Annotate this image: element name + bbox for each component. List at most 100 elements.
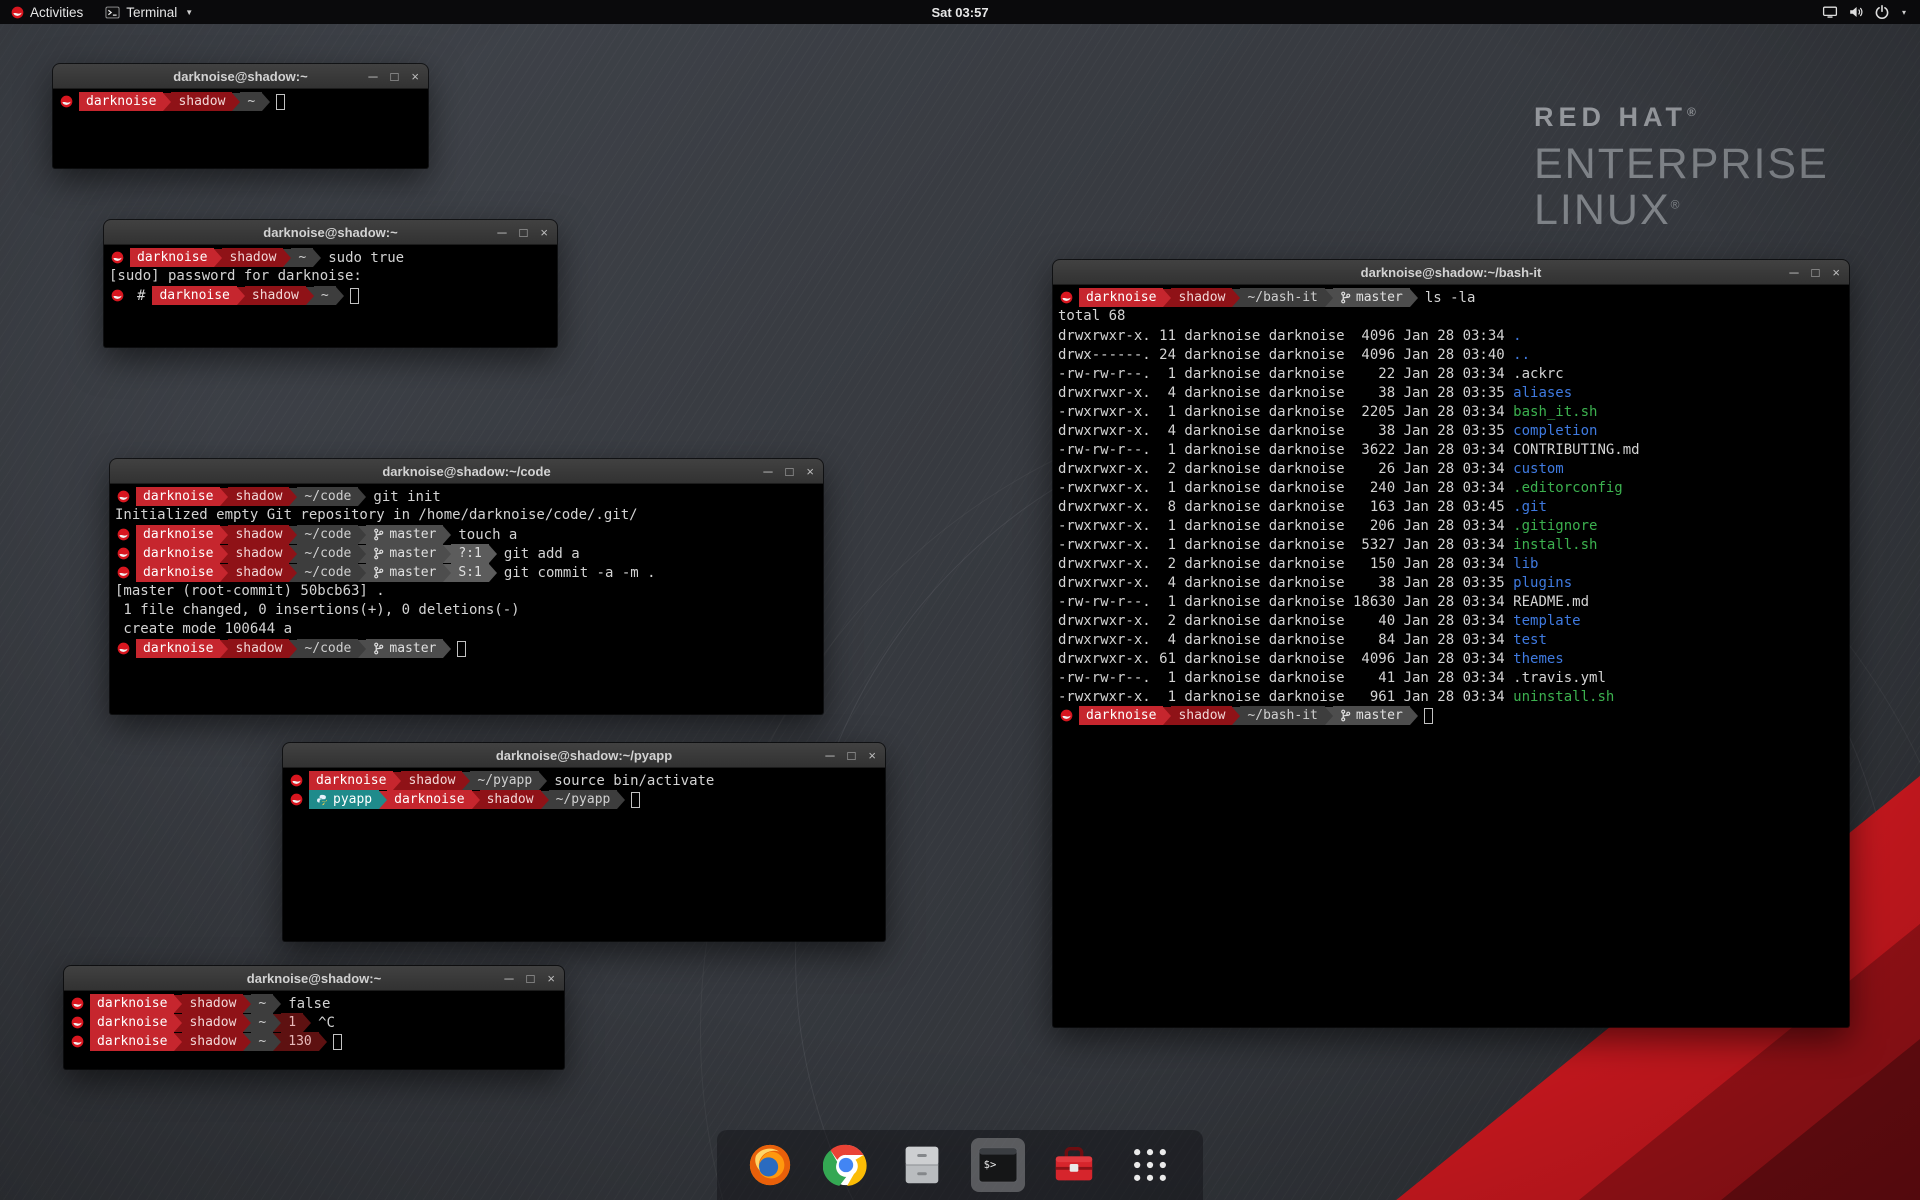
- close-button[interactable]: ×: [547, 972, 555, 985]
- powerline-separator: [358, 545, 366, 563]
- prompt-segment-user: darknoise: [309, 771, 393, 790]
- clock[interactable]: Sat 03:57: [931, 5, 988, 20]
- file-list-row: drwxrwxr-x. 11 darknoise darknoise 4096 …: [1058, 326, 1844, 345]
- file-name: CONTRIBUTING.md: [1513, 442, 1639, 458]
- powerline-separator: [1410, 289, 1418, 307]
- window-titlebar[interactable]: darknoise@shadow:~/code ─ □ ×: [110, 459, 823, 484]
- activities-button[interactable]: Activities: [0, 0, 94, 24]
- chevron-down-icon: ▼: [185, 8, 193, 17]
- app-grid-icon: [1128, 1143, 1172, 1187]
- chevron-down-icon: ▾: [1902, 8, 1906, 17]
- file-name: aliases: [1513, 385, 1572, 401]
- maximize-button[interactable]: □: [1812, 266, 1820, 279]
- terminal-window-home-1: darknoise@shadow:~─□×darknoiseshadow~: [53, 64, 428, 168]
- file-attributes: drwxrwxr-x. 11 darknoise darknoise 4096 …: [1058, 328, 1513, 344]
- rhel-watermark-line3: LINUX®: [1534, 187, 1829, 233]
- dock-app-grid[interactable]: [1123, 1138, 1177, 1192]
- minimize-button[interactable]: ─: [763, 465, 772, 478]
- terminal-content[interactable]: darknoiseshadow~/pyappsource bin/activat…: [283, 768, 885, 812]
- terminal-content[interactable]: darknoiseshadow~/codegit initInitialized…: [110, 484, 823, 661]
- dock-toolbox[interactable]: [1047, 1138, 1101, 1192]
- minimize-button[interactable]: ─: [825, 749, 834, 762]
- dock-files[interactable]: [895, 1138, 949, 1192]
- terminal-prompt-line: darknoiseshadow~/codemaster?:1git add a: [115, 544, 818, 563]
- file-attributes: -rw-rw-r--. 1 darknoise darknoise 22 Jan…: [1058, 366, 1513, 382]
- dock-chrome[interactable]: [819, 1138, 873, 1192]
- file-name: themes: [1513, 651, 1564, 667]
- window-controls: ─ □ ×: [1789, 260, 1840, 284]
- terminal-window-code: darknoise@shadow:~/code─□×darknoiseshado…: [110, 459, 823, 714]
- powerline-separator: [443, 526, 451, 544]
- powerline-separator: [443, 640, 451, 658]
- file-attributes: drwx------. 24 darknoise darknoise 4096 …: [1058, 347, 1513, 363]
- app-menu[interactable]: Terminal ▼: [94, 0, 204, 24]
- minimize-button[interactable]: ─: [1789, 266, 1798, 279]
- file-list-row: drwxrwxr-x. 4 darknoise darknoise 38 Jan…: [1058, 421, 1844, 440]
- volume-icon: [1848, 4, 1864, 20]
- close-button[interactable]: ×: [411, 70, 419, 83]
- maximize-button[interactable]: □: [520, 226, 528, 239]
- minimize-button[interactable]: ─: [368, 70, 377, 83]
- firefox-icon: [747, 1142, 793, 1188]
- maximize-button[interactable]: □: [391, 70, 399, 83]
- terminal-content[interactable]: darknoiseshadow~falsedarknoiseshadow~1^C…: [64, 991, 564, 1054]
- close-button[interactable]: ×: [868, 749, 876, 762]
- close-button[interactable]: ×: [806, 465, 814, 478]
- prompt-segment-host: shadow: [228, 563, 289, 582]
- maximize-button[interactable]: □: [786, 465, 794, 478]
- window-titlebar[interactable]: darknoise@shadow:~/bash-it─□×: [1053, 260, 1849, 285]
- window-titlebar[interactable]: darknoise@shadow:~─□×: [104, 220, 557, 245]
- window-title: darknoise@shadow:~/code: [382, 464, 550, 479]
- maximize-button[interactable]: □: [527, 972, 535, 985]
- dock: $>: [717, 1130, 1203, 1200]
- file-attributes: drwxrwxr-x. 2 darknoise darknoise 26 Jan…: [1058, 461, 1513, 477]
- git-branch-icon: [373, 566, 384, 579]
- close-button[interactable]: ×: [1832, 266, 1840, 279]
- file-attributes: drwxrwxr-x. 4 darknoise darknoise 38 Jan…: [1058, 423, 1513, 439]
- file-list-row: -rwxrwxr-x. 1 darknoise darknoise 5327 J…: [1058, 535, 1844, 554]
- terminal-cursor: [457, 641, 466, 657]
- powerline-separator: [1163, 707, 1171, 725]
- terminal-output-line: [sudo] password for darknoise:: [109, 267, 552, 286]
- file-attributes: drwxrwxr-x. 4 darknoise darknoise 38 Jan…: [1058, 575, 1513, 591]
- file-list-row: -rwxrwxr-x. 1 darknoise darknoise 2205 J…: [1058, 402, 1844, 421]
- prompt-segment-path: ~/pyapp: [470, 771, 539, 790]
- file-name: custom: [1513, 461, 1564, 477]
- rhel-watermark-line2: ENTERPRISE: [1534, 141, 1829, 187]
- terminal-output-line: create mode 100644 a: [115, 620, 818, 639]
- dock-firefox[interactable]: [743, 1138, 797, 1192]
- redhat-icon: [1060, 709, 1073, 722]
- prompt-segment-user: darknoise: [136, 525, 220, 544]
- prompt-segment-host: shadow: [401, 771, 462, 790]
- system-status-area[interactable]: ▾: [1814, 0, 1914, 24]
- maximize-button[interactable]: □: [848, 749, 856, 762]
- redhat-icon: [117, 642, 130, 655]
- minimize-button[interactable]: ─: [504, 972, 513, 985]
- file-list-row: -rw-rw-r--. 1 darknoise darknoise 3622 J…: [1058, 440, 1844, 459]
- prompt-segment-path: ~: [251, 1032, 273, 1051]
- powerline-separator: [443, 564, 451, 582]
- command-text: false: [288, 996, 330, 1012]
- terminal-content[interactable]: darknoiseshadow~/bash-itmasterls -latota…: [1053, 285, 1849, 728]
- terminal-cursor: [276, 94, 285, 110]
- window-titlebar[interactable]: darknoise@shadow:~─□×: [53, 64, 428, 89]
- prompt-segment-err: 130: [281, 1032, 318, 1051]
- prompt-segment-git: master: [366, 544, 443, 563]
- terminal-prompt-line: #darknoiseshadow~: [109, 286, 552, 305]
- close-button[interactable]: ×: [540, 226, 548, 239]
- terminal-prompt-line: darknoiseshadow~1^C: [69, 1013, 559, 1032]
- redhat-icon: [111, 251, 124, 264]
- terminal-content[interactable]: darknoiseshadow~sudo true[sudo] password…: [104, 245, 557, 308]
- file-name: plugins: [1513, 575, 1572, 591]
- powerline-separator: [541, 791, 549, 809]
- powerline-separator: [1325, 289, 1333, 307]
- minimize-button[interactable]: ─: [497, 226, 506, 239]
- powerline-separator: [472, 791, 480, 809]
- prompt-segment-git: master: [366, 563, 443, 582]
- powerline-separator: [289, 564, 297, 582]
- window-titlebar[interactable]: darknoise@shadow:~/pyapp─□×: [283, 743, 885, 768]
- dock-terminal[interactable]: $>: [971, 1138, 1025, 1192]
- prompt-segment-venv: pyapp: [309, 790, 379, 809]
- terminal-content[interactable]: darknoiseshadow~: [53, 89, 428, 114]
- window-titlebar[interactable]: darknoise@shadow:~─□×: [64, 966, 564, 991]
